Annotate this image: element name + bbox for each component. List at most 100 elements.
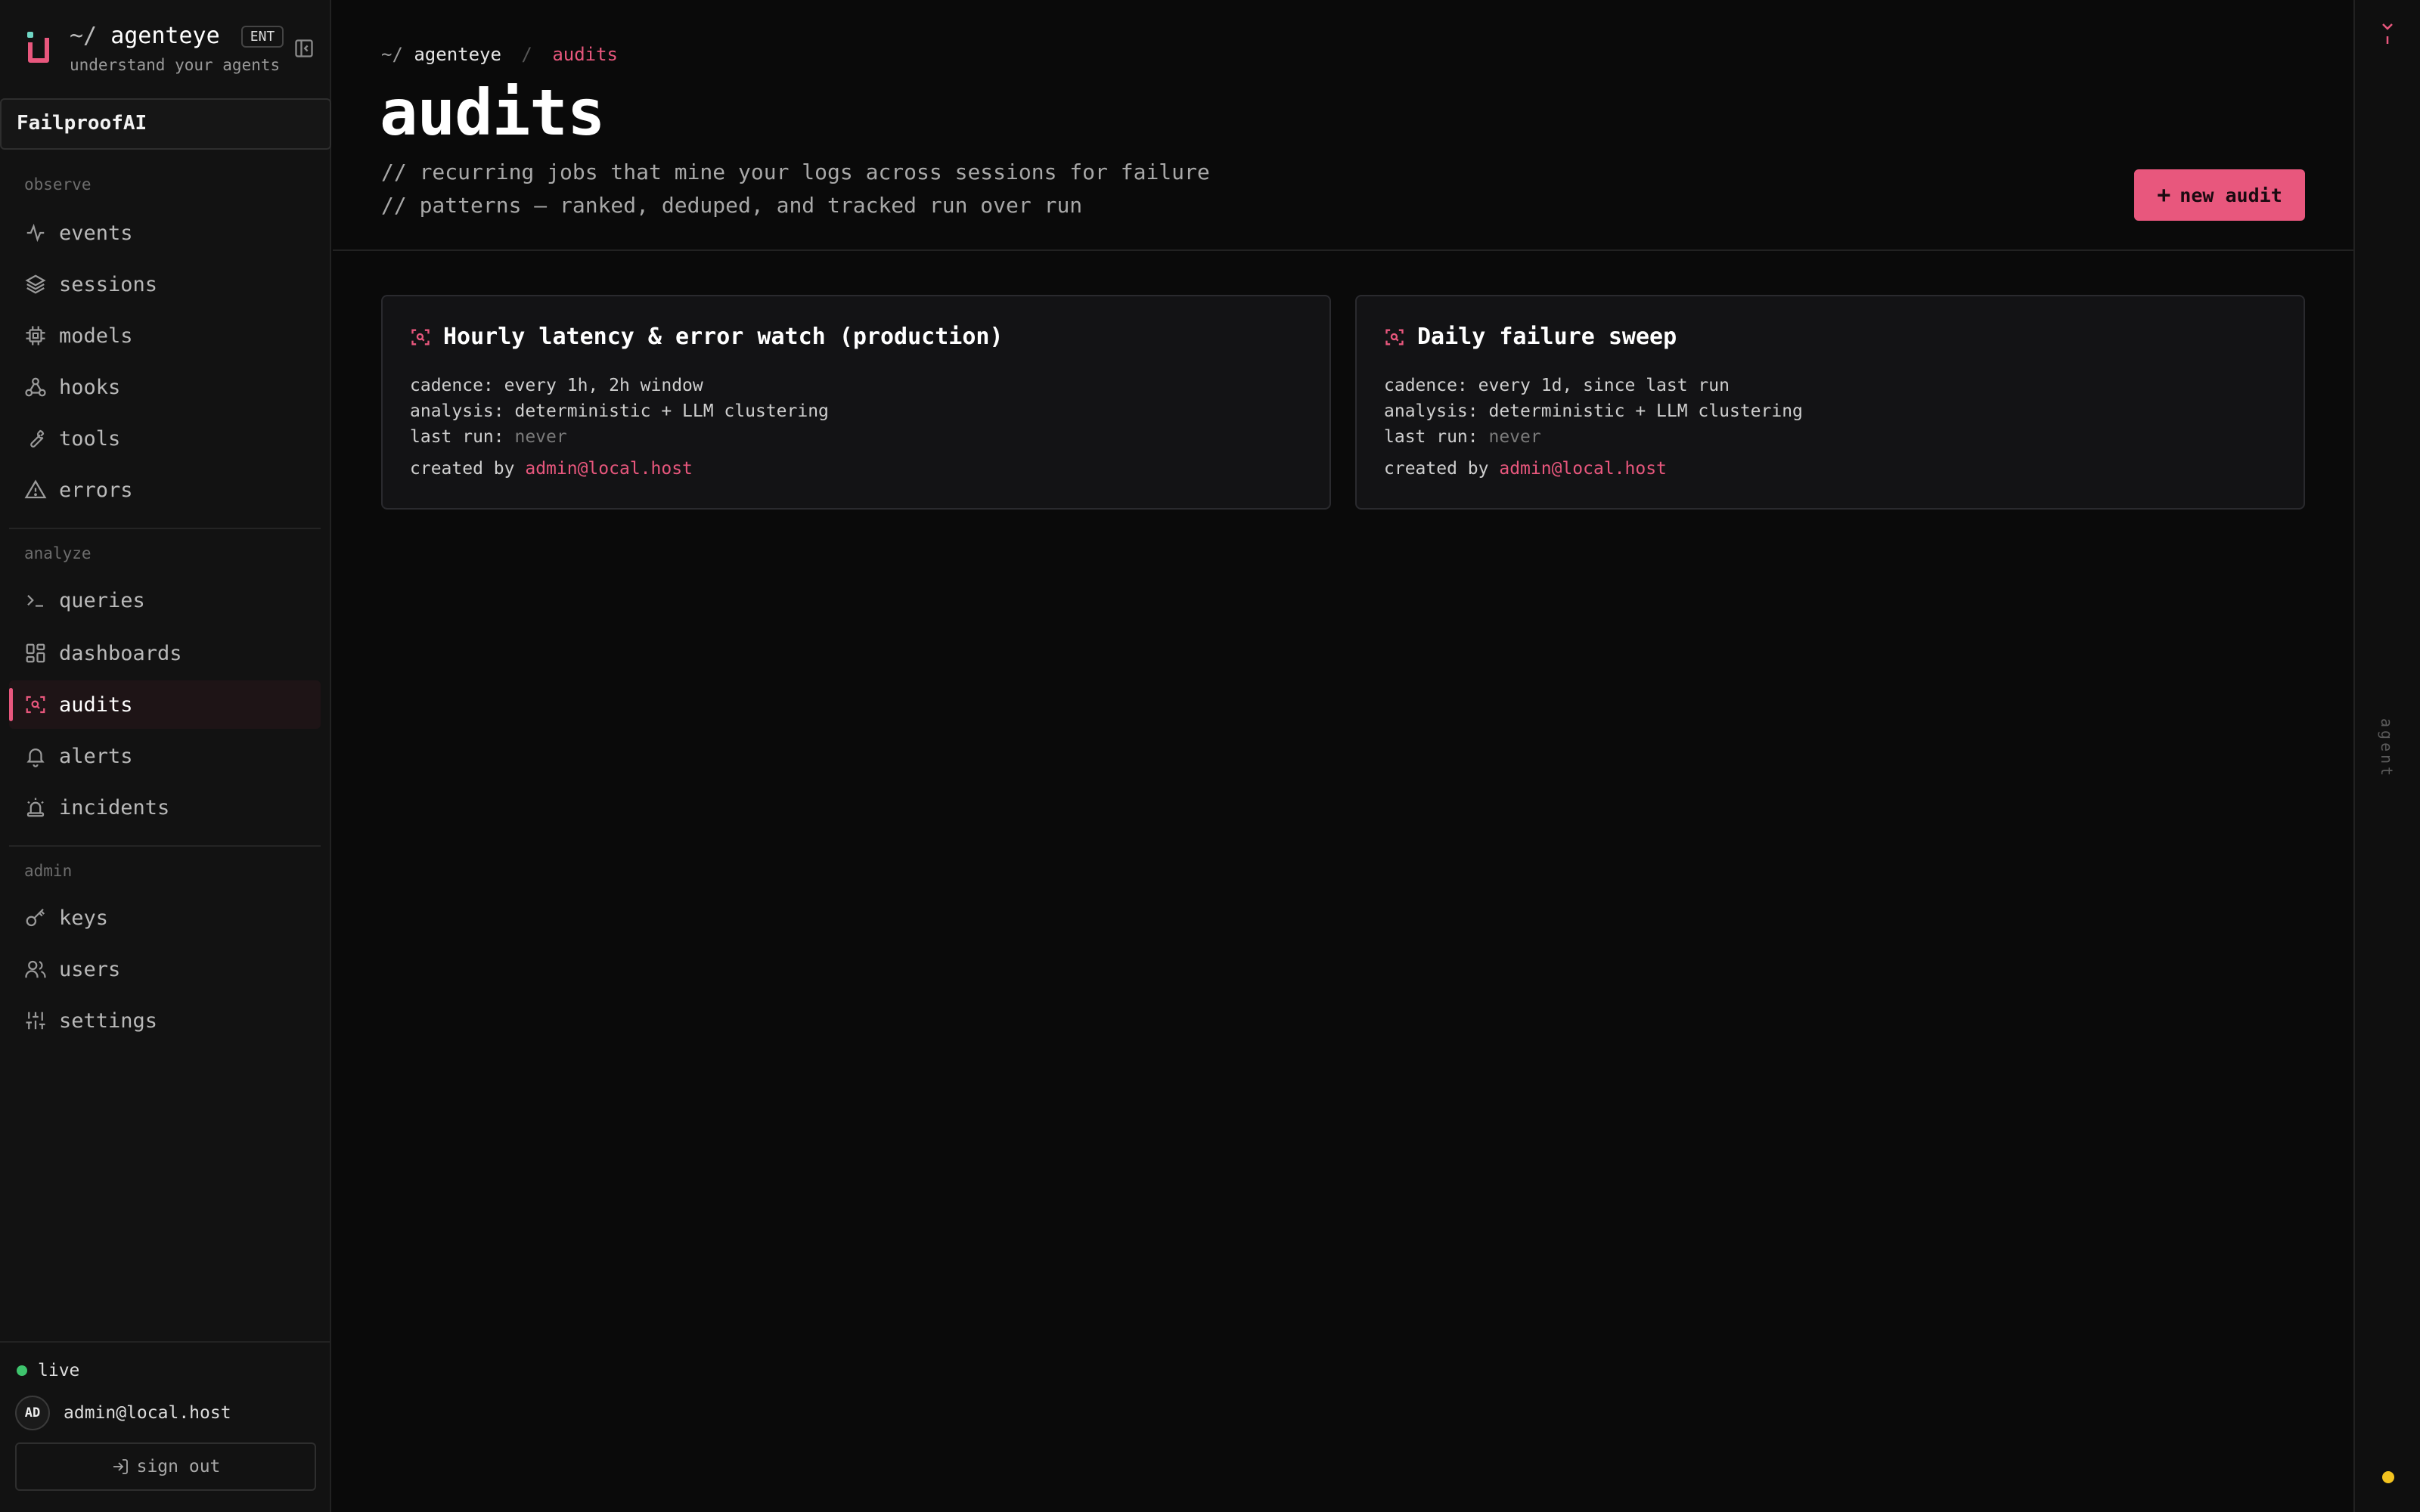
grid-icon (26, 643, 45, 663)
breadcrumb-separator: / (521, 44, 532, 65)
sidebar-item-label: alerts (59, 744, 133, 768)
key-icon (26, 908, 45, 927)
avatar: AD (15, 1396, 50, 1430)
agenteye-logo-icon (27, 32, 49, 63)
sidebar-item-label: settings (59, 1009, 158, 1033)
page-description-line: // patterns — ranked, deduped, and track… (381, 193, 1083, 218)
sidebar-collapse-icon[interactable] (293, 38, 315, 59)
new-audit-button[interactable]: + new audit (2134, 169, 2305, 221)
bell-icon (26, 748, 45, 767)
sidebar-divider (9, 528, 321, 529)
sidebar-item-sessions[interactable]: sessions (9, 260, 321, 308)
audit-created-by-label: created by (1384, 459, 1489, 479)
chevron-down-icon[interactable] (2379, 20, 2396, 50)
scan-icon (26, 696, 45, 714)
header-divider (333, 249, 2353, 251)
sidebar-item-label: audits (59, 692, 133, 717)
agent-panel-label: agent (2378, 718, 2396, 779)
audit-last-run-value: never (1488, 427, 1541, 447)
user-email: admin@local.host (64, 1403, 231, 1423)
sidebar-item-incidents[interactable]: incidents (9, 783, 321, 832)
sidebar-item-keys[interactable]: keys (9, 894, 321, 942)
sidebar-item-audits[interactable]: audits (9, 680, 321, 729)
live-status-dot-icon (17, 1365, 27, 1376)
audit-cadence-label: cadence: (1384, 376, 1468, 395)
current-user[interactable]: AD admin@local.host (15, 1396, 231, 1430)
main-content: ~/ agenteye / audits audits // recurring… (333, 0, 2353, 1512)
layers-icon (25, 274, 46, 294)
terminal-icon (27, 594, 43, 607)
sign-out-button[interactable]: sign out (15, 1442, 316, 1491)
audit-analysis: analysis: deterministic + LLM clustering (1384, 398, 2276, 424)
audit-creator-link[interactable]: admin@local.host (525, 459, 693, 479)
audit-card[interactable]: Hourly latency & error watch (production… (381, 295, 1331, 510)
sidebar-item-settings[interactable]: settings (9, 996, 321, 1045)
audit-analysis-label: analysis: (1384, 401, 1478, 421)
sidebar: ~/ agenteye ENT understand your agents F… (0, 0, 331, 1512)
audit-card-title-text: Hourly latency & error watch (production… (443, 324, 1004, 350)
users-icon (25, 960, 46, 978)
audit-created-by: created by admin@local.host (1384, 459, 2276, 479)
brand-prefix: ~/ (70, 23, 98, 49)
siren-icon (26, 798, 45, 817)
audit-cadence: cadence: every 1h, 2h window (410, 373, 1302, 398)
new-audit-label: new audit (2180, 184, 2282, 206)
sidebar-item-label: hooks (59, 375, 121, 399)
audit-creator-link[interactable]: admin@local.host (1499, 459, 1667, 479)
audit-analysis-value: deterministic + LLM clustering (514, 401, 829, 421)
audit-cadence-value: every 1h, 2h window (504, 376, 703, 395)
scan-icon (411, 329, 430, 345)
live-status: live (17, 1361, 79, 1380)
breadcrumb-prefix: ~/ (381, 44, 403, 65)
sliders-icon (26, 1012, 45, 1030)
breadcrumb-current: audits (552, 44, 619, 65)
breadcrumb: ~/ agenteye / audits (381, 44, 618, 65)
activity-icon (26, 223, 45, 243)
sidebar-divider (9, 845, 321, 847)
sidebar-item-errors[interactable]: errors (9, 466, 321, 514)
sidebar-item-tools[interactable]: tools (9, 414, 321, 463)
sidebar-item-hooks[interactable]: hooks (9, 363, 321, 411)
log-out-icon (113, 1459, 128, 1474)
sidebar-item-label: users (59, 957, 121, 981)
audit-analysis: analysis: deterministic + LLM clustering (410, 398, 1302, 424)
audit-card[interactable]: Daily failure sweep cadence: every 1d, s… (1355, 295, 2305, 510)
sidebar-item-label: tools (59, 426, 121, 451)
agent-panel-rail[interactable]: agent (2353, 0, 2420, 1512)
sidebar-item-dashboards[interactable]: dashboards (9, 629, 321, 677)
sidebar-footer-divider (0, 1341, 331, 1343)
audit-card-title: Hourly latency & error watch (production… (410, 324, 1302, 350)
audit-analysis-value: deterministic + LLM clustering (1488, 401, 1803, 421)
page-title: audits (380, 76, 605, 150)
audit-cadence-value: every 1d, since last run (1478, 376, 1730, 395)
audit-card-details: cadence: every 1h, 2h window analysis: d… (410, 373, 1302, 450)
scan-icon (1385, 329, 1404, 345)
breadcrumb-root-link[interactable]: agenteye (414, 44, 501, 65)
page-description-line: // recurring jobs that mine your logs ac… (381, 160, 1210, 184)
plus-icon: + (2157, 181, 2171, 209)
audit-analysis-label: analysis: (410, 401, 504, 421)
sidebar-item-label: incidents (59, 795, 170, 820)
sign-out-label: sign out (136, 1457, 221, 1476)
audit-card-title: Daily failure sweep (1384, 324, 2276, 350)
edition-badge: ENT (240, 26, 284, 48)
audit-created-by: created by admin@local.host (410, 459, 1302, 479)
page-description: // recurring jobs that mine your logs ac… (381, 156, 1210, 222)
audit-card-details: cadence: every 1d, since last run analys… (1384, 373, 2276, 450)
sidebar-item-label: models (59, 324, 133, 348)
sidebar-item-events[interactable]: events (9, 209, 321, 257)
sidebar-item-label: dashboards (59, 641, 182, 665)
sidebar-item-queries[interactable]: queries (9, 576, 321, 624)
sidebar-item-users[interactable]: users (9, 945, 321, 993)
sidebar-item-label: keys (59, 906, 109, 930)
audit-last-run: last run: never (1384, 424, 2276, 450)
audit-last-run-label: last run: (1384, 427, 1478, 447)
audit-cadence: cadence: every 1d, since last run (1384, 373, 2276, 398)
sidebar-item-alerts[interactable]: alerts (9, 732, 321, 780)
org-switcher[interactable]: FailproofAI (0, 98, 331, 150)
sidebar-item-label: sessions (59, 272, 158, 296)
sidebar-item-label: queries (59, 588, 145, 612)
webhook-icon (25, 377, 46, 397)
audit-created-by-label: created by (410, 459, 515, 479)
sidebar-item-models[interactable]: models (9, 311, 321, 360)
